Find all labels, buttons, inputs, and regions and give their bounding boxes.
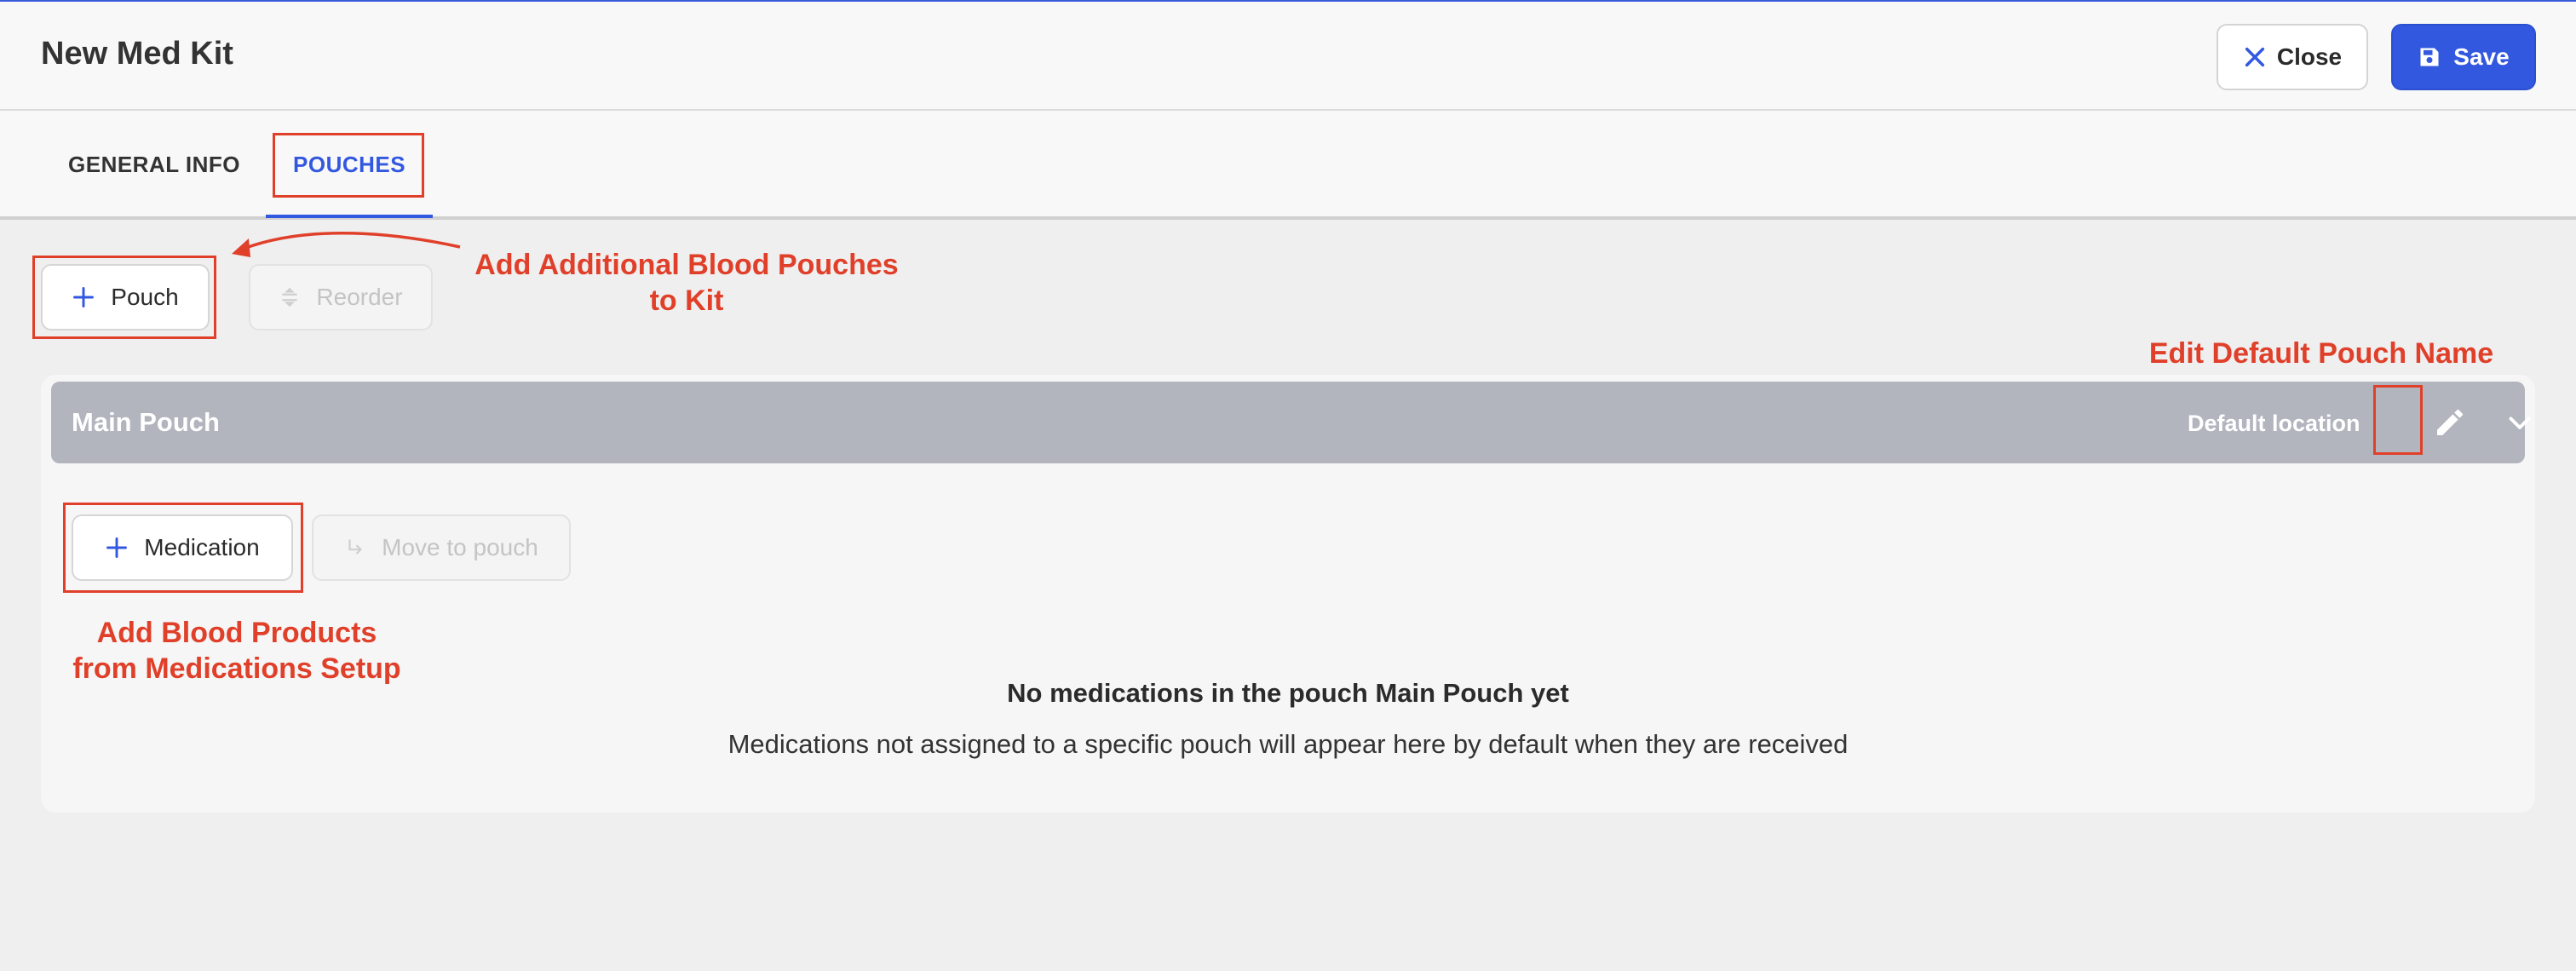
empty-state-title: No medications in the pouch Main Pouch y…	[1007, 678, 1569, 708]
annotation-add-products: Add Blood Products from Medications Setu…	[51, 615, 423, 687]
annotation-edit-name: Edit Default Pouch Name	[2148, 337, 2494, 370]
pouch-name: Main Pouch	[72, 407, 220, 437]
subdirectory-arrow-icon	[348, 539, 362, 554]
annotation-box-edit	[2373, 385, 2423, 455]
pencil-icon[interactable]	[2433, 405, 2467, 440]
annotation-box-add-medication	[63, 503, 303, 593]
pouch-header[interactable]: Main Pouch Default location	[51, 382, 2531, 463]
empty-state-subtitle: Medications not assigned to a specific p…	[727, 729, 1849, 759]
move-to-pouch-button[interactable]: Move to pouch	[312, 514, 571, 581]
move-to-pouch-label: Move to pouch	[382, 534, 538, 560]
default-location-label: Default location	[2188, 411, 2360, 436]
annotation-add-products-line1: Add Blood Products	[96, 617, 377, 649]
chevron-down-icon[interactable]	[2504, 407, 2535, 438]
